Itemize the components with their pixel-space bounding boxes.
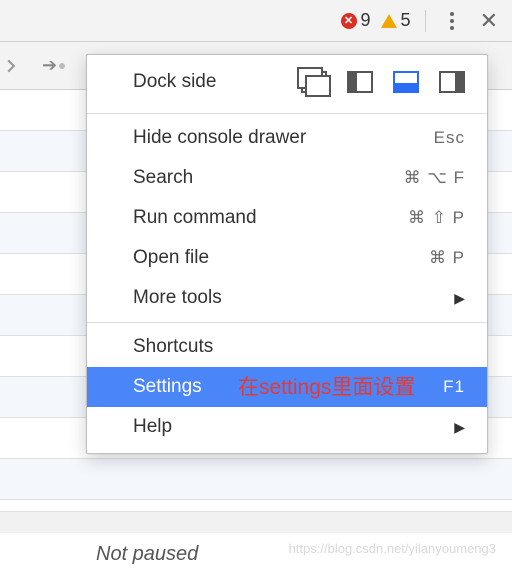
dock-side-row: Dock side — [87, 55, 487, 109]
devtools-topbar: ✕ 9 5 ✕ — [0, 0, 512, 42]
watermark-text: https://blog.csdn.net/yilanyoumeng3 — [289, 541, 496, 556]
dock-left-icon[interactable] — [347, 71, 373, 93]
menu-label: Shortcuts — [133, 336, 213, 358]
dock-bottom-icon[interactable] — [393, 71, 419, 93]
panel-chevron-icon[interactable] — [4, 59, 18, 73]
menu-label: Run command — [133, 207, 257, 229]
step-control-icon[interactable]: ➔ — [42, 55, 65, 76]
menu-shortcut: ⌘ ⌥ F — [404, 168, 465, 188]
error-icon: ✕ — [341, 13, 357, 29]
dock-icons-group — [301, 71, 465, 93]
menu-label: Hide console drawer — [133, 127, 306, 149]
error-count-value: 9 — [361, 10, 371, 31]
dock-side-label: Dock side — [133, 71, 216, 93]
chevron-right-icon: ▶ — [454, 419, 465, 436]
menu-help[interactable]: Help ▶ — [87, 407, 487, 447]
menu-label: More tools — [133, 287, 222, 309]
menu-run-command[interactable]: Run command ⌘ ⇧ P — [87, 198, 487, 238]
menu-shortcut: ⌘ P — [429, 248, 465, 268]
menu-label: Help — [133, 416, 172, 438]
menu-separator — [87, 113, 487, 114]
kebab-menu-button[interactable] — [440, 12, 464, 30]
toolbar-divider — [425, 10, 426, 32]
menu-label: Search — [133, 167, 193, 189]
error-count[interactable]: ✕ 9 — [341, 10, 371, 31]
menu-shortcut: Esc — [434, 128, 465, 148]
menu-open-file[interactable]: Open file ⌘ P — [87, 238, 487, 278]
warning-icon — [381, 14, 397, 28]
chevron-right-icon: ▶ — [454, 290, 465, 307]
menu-separator — [87, 322, 487, 323]
debugger-status-text: Not paused — [96, 543, 198, 566]
menu-more-tools[interactable]: More tools ▶ — [87, 278, 487, 318]
dock-right-icon[interactable] — [439, 71, 465, 93]
menu-hide-console-drawer[interactable]: Hide console drawer Esc — [87, 118, 487, 158]
status-strip — [0, 511, 512, 533]
close-devtools-button[interactable]: ✕ — [474, 8, 504, 34]
warning-count-value: 5 — [401, 10, 411, 31]
menu-label: Open file — [133, 247, 209, 269]
warning-count[interactable]: 5 — [381, 10, 411, 31]
menu-label: Settings — [133, 376, 202, 398]
menu-search[interactable]: Search ⌘ ⌥ F — [87, 158, 487, 198]
dock-undock-icon[interactable] — [301, 71, 327, 93]
menu-shortcut: F1 — [443, 377, 465, 397]
menu-shortcuts[interactable]: Shortcuts — [87, 327, 487, 367]
menu-shortcut: ⌘ ⇧ P — [408, 208, 465, 228]
annotation-text: 在settings里面设置 — [238, 371, 415, 401]
